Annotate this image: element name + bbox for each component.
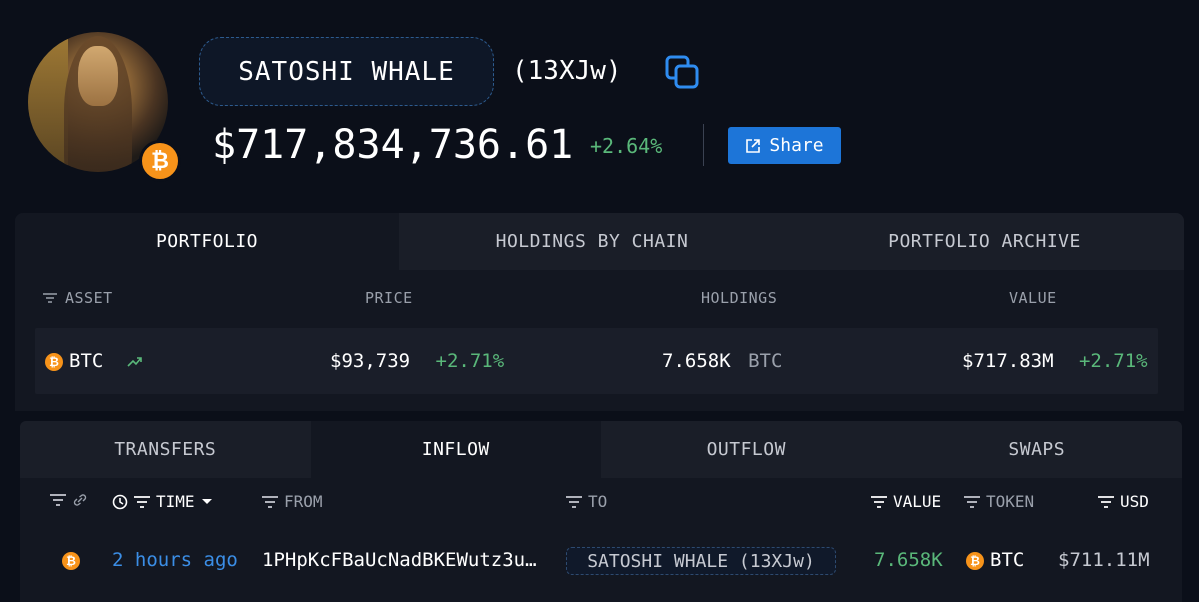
price-value: $93,739 [330, 350, 411, 372]
tab-transfers[interactable]: TRANSFERS [20, 421, 311, 478]
portfolio-tabs: PORTFOLIO HOLDINGS BY CHAIN PORTFOLIO AR… [15, 213, 1184, 270]
copy-icon[interactable] [664, 54, 700, 90]
tab-label: HOLDINGS BY CHAIN [495, 231, 689, 252]
asset-cell[interactable]: ₿ BTC [45, 350, 143, 372]
tab-label: SWAPS [1008, 439, 1066, 460]
bitcoin-icon: ₿ [139, 140, 181, 182]
filter-icon [262, 495, 278, 508]
value-amount: $717.83M [962, 350, 1054, 372]
holdings-value: 7.658K [662, 350, 731, 372]
from-address[interactable]: 1PHpKcFBaUcNadBKEWutz3u… [262, 549, 537, 571]
tab-swaps[interactable]: SWAPS [891, 421, 1182, 478]
external-link-icon [745, 138, 761, 154]
column-asset[interactable]: ASSET [43, 289, 113, 307]
column-usd[interactable]: USD [1098, 492, 1149, 511]
transfer-tabs: TRANSFERS INFLOW OUTFLOW SWAPS [20, 421, 1182, 478]
tab-label: INFLOW [421, 439, 490, 460]
column-value[interactable]: VALUE [1009, 289, 1057, 307]
balance-change: +2.64% [590, 134, 663, 158]
tab-holdings-by-chain[interactable]: HOLDINGS BY CHAIN [399, 213, 785, 270]
filter-icon [134, 495, 150, 508]
header-divider [703, 124, 704, 166]
column-to[interactable]: TO [566, 492, 607, 511]
tab-portfolio[interactable]: PORTFOLIO [15, 213, 399, 270]
tab-label: PORTFOLIO [155, 231, 259, 252]
bitcoin-icon: ₿ [966, 551, 984, 570]
entity-name: SATOSHI WHALE [238, 56, 455, 87]
portfolio-panel: PORTFOLIO HOLDINGS BY CHAIN PORTFOLIO AR… [15, 213, 1184, 411]
token-symbol: BTC [990, 549, 1025, 571]
chain-cell: ₿ [62, 549, 86, 571]
column-chain[interactable] [50, 492, 88, 508]
column-to-label: TO [588, 492, 608, 511]
column-value-label: VALUE [893, 492, 942, 511]
tab-label: PORTFOLIO ARCHIVE [888, 231, 1081, 252]
holdings-cell: 7.658K BTC [662, 350, 782, 372]
share-button[interactable]: Share [728, 127, 841, 164]
tab-portfolio-archive[interactable]: PORTFOLIO ARCHIVE [785, 213, 1184, 270]
filter-icon [1098, 495, 1114, 508]
tab-inflow[interactable]: INFLOW [310, 421, 601, 478]
value-cell: $717.83M +2.71% [962, 350, 1148, 372]
link-icon [72, 492, 88, 508]
column-time[interactable]: TIME [112, 492, 213, 511]
entity-short-id: (13XJw) [512, 56, 622, 86]
caret-down-icon [201, 498, 213, 506]
price-change: +2.71% [435, 350, 505, 372]
tab-label: OUTFLOW [706, 439, 786, 460]
column-token[interactable]: TOKEN [964, 492, 1034, 511]
trend-up-icon [127, 356, 143, 368]
price-cell: $93,739 +2.71% [330, 350, 504, 372]
clock-icon [112, 494, 128, 510]
column-time-label: TIME [156, 492, 195, 511]
transfer-value: 7.658K [874, 549, 943, 571]
holdings-unit: BTC [748, 350, 783, 372]
column-holdings[interactable]: HOLDINGS [701, 289, 777, 307]
table-row[interactable]: ₿ BTC $93,739 +2.71% 7.658K BTC $717.83M … [35, 328, 1158, 394]
token-cell[interactable]: ₿ BTC [966, 549, 1024, 571]
filter-icon [871, 495, 887, 508]
usd-value: $711.11M [1058, 549, 1150, 571]
to-entity-label: SATOSHI WHALE (13XJw) [587, 550, 815, 572]
column-token-label: TOKEN [986, 492, 1035, 511]
asset-symbol: BTC [69, 350, 104, 372]
time-link[interactable]: 2 hours ago [112, 549, 238, 571]
filter-icon [50, 494, 66, 506]
filter-icon [964, 495, 980, 508]
value-change: +2.71% [1078, 350, 1148, 372]
filter-icon [566, 495, 582, 508]
transfers-panel: TRANSFERS INFLOW OUTFLOW SWAPS TIME FROM… [20, 421, 1182, 602]
column-usd-label: USD [1120, 492, 1149, 511]
tab-outflow[interactable]: OUTFLOW [601, 421, 892, 478]
filter-icon [43, 293, 57, 303]
bitcoin-icon: ₿ [45, 352, 63, 371]
total-balance: $717,834,736.61 [212, 122, 574, 168]
column-from-label: FROM [284, 492, 323, 511]
column-asset-label: ASSET [65, 289, 113, 307]
to-entity-pill[interactable]: SATOSHI WHALE (13XJw) [566, 547, 836, 575]
column-value[interactable]: VALUE [871, 492, 941, 511]
column-from[interactable]: FROM [262, 492, 323, 511]
tab-label: TRANSFERS [114, 439, 217, 460]
column-price[interactable]: PRICE [365, 289, 413, 307]
share-label: Share [769, 135, 824, 156]
bitcoin-icon: ₿ [62, 551, 80, 570]
entity-name-pill[interactable]: SATOSHI WHALE [199, 37, 494, 106]
